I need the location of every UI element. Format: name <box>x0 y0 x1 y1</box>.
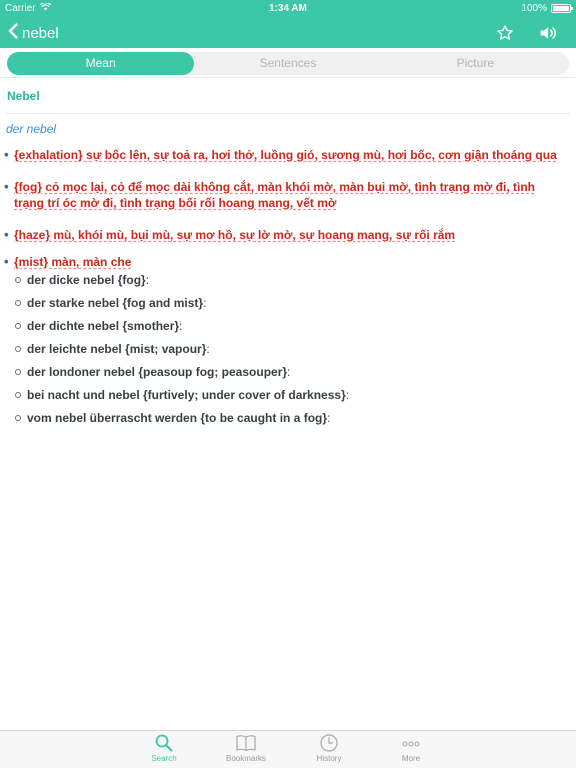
nav-actions <box>494 22 560 44</box>
bullet-icon: • <box>4 179 9 194</box>
definition-item: • {haze} mù, khói mù, bụi mù, sự mơ hồ, … <box>0 227 576 243</box>
tab-label: Search <box>151 754 177 763</box>
bullet-icon: • <box>4 254 9 269</box>
divider <box>6 113 570 114</box>
star-icon[interactable] <box>494 22 516 44</box>
search-icon <box>134 733 194 753</box>
example-item: der dichte nebel {smother}: <box>0 318 576 334</box>
definition-text[interactable]: {exhalation} sự bốc lên, sự toả ra, hơi … <box>14 148 557 162</box>
definition-item: • {mist} màn, màn che <box>0 254 576 270</box>
battery-percent: 100% <box>521 3 547 14</box>
circle-bullet-icon <box>15 300 21 306</box>
battery-icon <box>551 4 573 13</box>
circle-bullet-icon <box>15 277 21 283</box>
tab-search[interactable]: Search <box>134 733 194 763</box>
example-text[interactable]: vom nebel überrascht werden {to be caugh… <box>27 411 327 425</box>
circle-bullet-icon <box>15 323 21 329</box>
definition-item: • {exhalation} sự bốc lên, sự toả ra, hơ… <box>0 147 576 163</box>
example-item: der dicke nebel {fog}: <box>0 272 576 288</box>
tab-label: Bookmarks <box>225 754 266 763</box>
chevron-left-icon <box>8 22 18 44</box>
circle-bullet-icon <box>15 369 21 375</box>
clock-icon <box>299 733 359 753</box>
segment-bar: Mean Sentences Picture <box>0 48 576 78</box>
example-text[interactable]: der dicke nebel {fog} <box>27 273 146 287</box>
example-item: bei nacht und nebel {furtively; under co… <box>0 387 576 403</box>
definition-item: • {fog} cỏ mọc lại, cỏ để mọc dài không … <box>0 179 576 211</box>
status-time: 1:34 AM <box>269 3 307 14</box>
tab-history[interactable]: History <box>299 733 359 763</box>
phrase: der nebel <box>6 122 57 136</box>
bullet-icon: • <box>4 227 9 242</box>
book-icon <box>216 733 276 753</box>
example-item: der londoner nebel {peasoup fog; peasoup… <box>0 364 576 380</box>
segment-picture[interactable]: Picture <box>382 52 569 75</box>
tab-label: More <box>401 754 421 763</box>
definitions-list: • {exhalation} sự bốc lên, sự toả ra, hơ… <box>0 147 576 426</box>
status-bar: Carrier 1:34 AM 100% <box>0 0 576 18</box>
circle-bullet-icon <box>15 346 21 352</box>
example-item: der starke nebel {fog and mist}: <box>0 295 576 311</box>
circle-bullet-icon <box>15 392 21 398</box>
example-item: der leichte nebel {mist; vapour}: <box>0 341 576 357</box>
back-title: nebel <box>22 24 59 42</box>
definition-text[interactable]: {mist} màn, màn che <box>14 255 131 269</box>
segmented-control: Mean Sentences Picture <box>7 52 569 75</box>
example-text[interactable]: der dichte nebel {smother} <box>27 319 179 333</box>
example-text[interactable]: der londoner nebel {peasoup fog; peasoup… <box>27 365 287 379</box>
definition-text[interactable]: {haze} mù, khói mù, bụi mù, sự mơ hồ, sự… <box>14 228 455 242</box>
speaker-icon[interactable] <box>538 22 560 44</box>
headword: Nebel <box>7 89 40 103</box>
definition-text[interactable]: {fog} cỏ mọc lại, cỏ để mọc dài không cắ… <box>14 180 535 210</box>
status-right: 100% <box>521 3 573 14</box>
example-text[interactable]: bei nacht und nebel {furtively; under co… <box>27 388 346 402</box>
tab-bar: Search Bookmarks History More <box>0 730 576 768</box>
bullet-icon: • <box>4 147 9 162</box>
nav-bar: nebel <box>0 18 576 48</box>
example-text[interactable]: der leichte nebel {mist; vapour} <box>27 342 206 356</box>
tab-more[interactable]: More <box>381 733 441 763</box>
circle-bullet-icon <box>15 415 21 421</box>
example-text[interactable]: der starke nebel {fog and mist} <box>27 296 203 310</box>
back-button[interactable]: nebel <box>8 22 59 44</box>
more-icon <box>381 733 441 753</box>
tab-bookmarks[interactable]: Bookmarks <box>216 733 276 763</box>
segment-mean[interactable]: Mean <box>7 52 195 75</box>
example-item: vom nebel überrascht werden {to be caugh… <box>0 410 576 426</box>
tab-label: History <box>316 754 342 763</box>
segment-sentences[interactable]: Sentences <box>194 52 381 75</box>
